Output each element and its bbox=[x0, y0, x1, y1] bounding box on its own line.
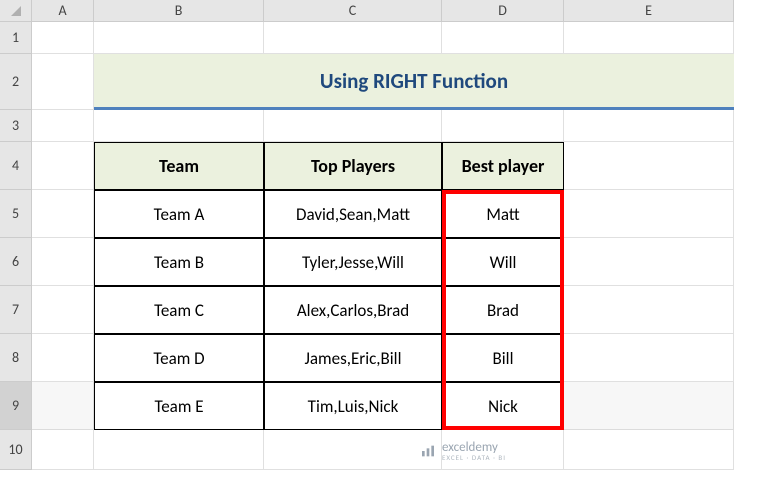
row-header-2[interactable]: 2 bbox=[0, 54, 32, 110]
column-header-B[interactable]: B bbox=[94, 0, 264, 22]
column-header-E[interactable]: E bbox=[564, 0, 734, 22]
table-cell[interactable]: Team E bbox=[94, 382, 264, 430]
cell-A5[interactable] bbox=[32, 190, 94, 238]
table-header-best-player[interactable]: Best player bbox=[442, 142, 564, 190]
cell-E3[interactable] bbox=[564, 110, 734, 142]
table-cell[interactable]: Team C bbox=[94, 286, 264, 334]
table-cell[interactable]: Team A bbox=[94, 190, 264, 238]
spreadsheet-sheet: Using RIGHT Function exceldemy EXCEL · D… bbox=[0, 0, 767, 504]
cell-A3[interactable] bbox=[32, 110, 94, 142]
table-cell[interactable]: Team D bbox=[94, 334, 264, 382]
table-cell[interactable]: James,Eric,Bill bbox=[264, 334, 442, 382]
cell-A6[interactable] bbox=[32, 238, 94, 286]
cell-A7[interactable] bbox=[32, 286, 94, 334]
table-cell[interactable]: Tyler,Jesse,Will bbox=[264, 238, 442, 286]
cell-C10[interactable] bbox=[264, 430, 442, 470]
table-cell[interactable]: Bill bbox=[442, 334, 564, 382]
row-header-6[interactable]: 6 bbox=[0, 238, 32, 286]
watermark-logo: exceldemy EXCEL · DATA · BI bbox=[420, 440, 506, 462]
cell-A2[interactable] bbox=[32, 54, 94, 110]
chart-icon bbox=[420, 443, 436, 459]
row-header-4[interactable]: 4 bbox=[0, 142, 32, 190]
cell-E4[interactable] bbox=[564, 142, 734, 190]
page-title: Using RIGHT Function bbox=[94, 54, 734, 110]
row-header-1[interactable]: 1 bbox=[0, 22, 32, 54]
table-cell[interactable]: Tim,Luis,Nick bbox=[264, 382, 442, 430]
cell-E10[interactable] bbox=[564, 430, 734, 470]
cell-E6[interactable] bbox=[564, 238, 734, 286]
cell-C3[interactable] bbox=[264, 110, 442, 142]
cell-E8[interactable] bbox=[564, 334, 734, 382]
cell-C1[interactable] bbox=[264, 22, 442, 54]
cell-D1[interactable] bbox=[442, 22, 564, 54]
select-all-corner[interactable] bbox=[0, 0, 32, 22]
column-header-A[interactable]: A bbox=[32, 0, 94, 22]
table-cell[interactable]: Team B bbox=[94, 238, 264, 286]
cell-A10[interactable] bbox=[32, 430, 94, 470]
cell-E7[interactable] bbox=[564, 286, 734, 334]
table-cell[interactable]: David,Sean,Matt bbox=[264, 190, 442, 238]
cell-B3[interactable] bbox=[94, 110, 264, 142]
row-header-9[interactable]: 9 bbox=[0, 382, 32, 430]
watermark-subtext: EXCEL · DATA · BI bbox=[442, 453, 506, 462]
cell-A1[interactable] bbox=[32, 22, 94, 54]
table-cell[interactable]: Alex,Carlos,Brad bbox=[264, 286, 442, 334]
table-cell[interactable]: Matt bbox=[442, 190, 564, 238]
cell-B1[interactable] bbox=[94, 22, 264, 54]
row-header-8[interactable]: 8 bbox=[0, 334, 32, 382]
table-header-team[interactable]: Team bbox=[94, 142, 264, 190]
column-header-C[interactable]: C bbox=[264, 0, 442, 22]
table-cell[interactable]: Will bbox=[442, 238, 564, 286]
row-header-10[interactable]: 10 bbox=[0, 430, 32, 470]
table-header-top-players[interactable]: Top Players bbox=[264, 142, 442, 190]
table-cell[interactable]: Brad bbox=[442, 286, 564, 334]
cell-D3[interactable] bbox=[442, 110, 564, 142]
cell-E1[interactable] bbox=[564, 22, 734, 54]
column-header-D[interactable]: D bbox=[442, 0, 564, 22]
row-header-5[interactable]: 5 bbox=[0, 190, 32, 238]
cell-B10[interactable] bbox=[94, 430, 264, 470]
row-header-3[interactable]: 3 bbox=[0, 110, 32, 142]
row-header-7[interactable]: 7 bbox=[0, 286, 32, 334]
cell-A8[interactable] bbox=[32, 334, 94, 382]
cell-E5[interactable] bbox=[564, 190, 734, 238]
table-cell[interactable]: Nick bbox=[442, 382, 564, 430]
cell-A4[interactable] bbox=[32, 142, 94, 190]
